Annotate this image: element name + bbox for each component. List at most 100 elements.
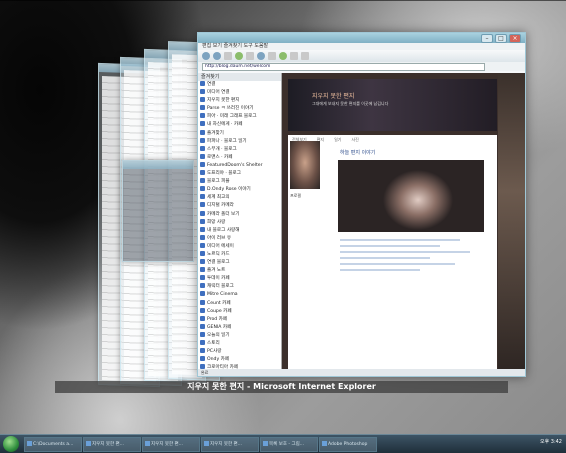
favorite-label: 즐겨찾기 — [207, 130, 224, 136]
stop-icon[interactable] — [224, 52, 232, 60]
favorite-label: 내 블로그 사랑해 — [207, 227, 240, 233]
favorite-item[interactable]: 연결 — [198, 81, 281, 89]
page-icon — [200, 323, 205, 329]
profile-photo[interactable] — [290, 141, 320, 189]
window-titlebar[interactable]: – □ × — [198, 33, 525, 43]
page-icon — [200, 145, 205, 151]
favorite-item[interactable]: FeaturedDoom's Shelter — [198, 161, 281, 170]
app-icon — [263, 441, 268, 446]
app-icon — [27, 441, 32, 446]
favorite-item[interactable]: PC사랑 — [198, 348, 281, 356]
maximize-button[interactable]: □ — [495, 34, 507, 43]
taskbar-button[interactable]: C:\Documents a... — [24, 437, 82, 452]
start-button[interactable] — [3, 436, 19, 452]
favorite-item[interactable]: 즐겨찾기 — [198, 129, 281, 138]
photoshop-window[interactable] — [122, 160, 194, 262]
favorite-item[interactable]: 희망 사랑 — [198, 218, 281, 227]
favorite-item[interactable]: 캐릭터 블로그 — [198, 283, 281, 291]
address-input[interactable]: http://blog.daum.net/welcom — [202, 62, 485, 71]
favorite-item[interactable]: 지우지 못한 편지 — [198, 97, 281, 105]
page-icon — [200, 129, 205, 135]
favorite-item[interactable]: 도프리야 · 블로그 — [198, 170, 281, 178]
refresh-icon[interactable] — [235, 52, 243, 60]
page-icon — [200, 178, 205, 184]
favorite-item[interactable]: Ceunt 카페 — [198, 299, 281, 308]
favorite-item[interactable]: 투데이 카페 — [198, 275, 281, 283]
favorite-label: Ceunt 카페 — [207, 300, 231, 306]
favorite-item[interactable]: D.Ondy Rose 이야기 — [198, 186, 281, 194]
page-icon — [200, 113, 205, 119]
app-icon — [86, 441, 91, 446]
favorite-item[interactable]: 파파나 · 블로그 일기 — [198, 137, 281, 146]
favorite-label: 내 자신에게 · 카페 — [207, 122, 243, 128]
favorite-item[interactable]: 카메라 폴더 보기 — [198, 210, 281, 219]
close-button[interactable]: × — [509, 34, 521, 43]
favorite-item[interactable]: 내 블로그 사랑해 — [198, 226, 281, 235]
page-icon — [200, 170, 205, 176]
favorite-item[interactable]: 세계 최고의 — [198, 194, 281, 202]
page-icon — [200, 194, 205, 200]
taskbar-button[interactable]: Adobe Photoshop — [319, 437, 377, 452]
favorite-label: 미디어 에세이 — [207, 243, 234, 249]
taskbar-button[interactable]: 지우지 못한 편... — [142, 437, 200, 452]
page-icon — [200, 89, 205, 95]
page-icon — [200, 234, 205, 240]
favorite-item[interactable]: 디지털 카메라 — [198, 202, 281, 210]
menu-bar[interactable]: 편집 보기 즐겨찾기 도구 도움말 — [198, 43, 525, 50]
favorite-label: 스무개 · 블로그 — [207, 146, 237, 152]
page-icon — [200, 283, 205, 289]
favorite-label: 연결 — [207, 82, 216, 87]
browser-window[interactable]: – □ × 편집 보기 즐겨찾기 도구 도움말 http://blog.daum… — [197, 32, 526, 377]
taskbar-button[interactable]: 지우지 못한 편... — [83, 437, 141, 452]
favorite-item[interactable]: 블로그 피플 — [198, 178, 281, 186]
minimize-button[interactable]: – — [481, 34, 493, 43]
blog-banner: 지우지 못한 편지 그대에게 보내지 못한 편지를 이곳에 남깁니다 — [288, 79, 497, 131]
clock[interactable]: 오후 3:42 — [540, 438, 562, 445]
favorite-item[interactable]: 스토리 — [198, 340, 281, 348]
favorite-item[interactable]: 로맨스 · 카페 — [198, 153, 281, 162]
favorite-label: 피아 · 미래 그래프 블로그 — [207, 114, 257, 120]
favorite-item[interactable]: 미디어 연결 — [198, 89, 281, 97]
taskbar-button[interactable]: 지우지 못한 편... — [201, 437, 259, 452]
forward-icon[interactable] — [213, 52, 221, 60]
category-link[interactable]: 일기 — [334, 137, 341, 142]
post-photo — [338, 160, 484, 232]
home-icon[interactable] — [246, 52, 254, 60]
taskbar-button[interactable]: 목록 보호 - 그림... — [260, 437, 318, 452]
print-icon[interactable] — [301, 52, 309, 60]
favorite-label: D.Ondy Rose 이야기 — [207, 187, 251, 193]
favorite-label: 노르딕 카드 — [207, 251, 230, 257]
category-link[interactable]: 사진 — [351, 137, 358, 142]
favorite-item[interactable]: 미디어 에세이 — [198, 242, 281, 251]
favorite-item[interactable]: 피아 · 미래 그래프 블로그 — [198, 113, 281, 121]
favorite-item[interactable]: 노르딕 카드 — [198, 250, 281, 259]
wallpaper-hair-strand — [0, 0, 566, 1]
app-icon — [204, 441, 209, 446]
favorite-item[interactable]: 오늘의 일기 — [198, 331, 281, 340]
favorite-item[interactable]: Parse ㅋ 쓰러진 이야기 — [198, 105, 281, 113]
favorite-item[interactable]: 스무개 · 블로그 — [198, 145, 281, 154]
favorite-label: 블로그 피플 — [207, 179, 230, 185]
page-icon — [200, 299, 205, 305]
blog-title[interactable]: 지우지 못한 편지 — [312, 91, 354, 100]
mail-icon[interactable] — [290, 52, 298, 60]
page-icon — [200, 97, 205, 103]
favorite-item[interactable]: 아이 러브 유 — [198, 234, 281, 243]
status-bar: 완료 — [198, 369, 525, 376]
taskbar-label: Adobe Photoshop — [328, 442, 368, 447]
favorite-item[interactable]: Ondy 카페 — [198, 356, 281, 364]
favorites-icon[interactable] — [268, 52, 276, 60]
favorite-item[interactable]: GENIA 카페 — [198, 323, 281, 332]
post-title[interactable]: 하늘 편지 이야기 — [340, 149, 375, 156]
favorite-item[interactable]: 연결 블로그 — [198, 259, 281, 267]
favorite-item[interactable]: Prod 카페 — [198, 315, 281, 324]
favorite-label: 스토리 — [207, 341, 220, 346]
search-icon[interactable] — [257, 52, 265, 60]
favorite-item[interactable]: 내 자신에게 · 카페 — [198, 121, 281, 129]
favorite-item[interactable]: Mitre Cinema — [198, 291, 281, 299]
back-icon[interactable] — [202, 52, 210, 60]
favorite-item[interactable]: Coupe 카페 — [198, 307, 281, 316]
page-icon — [200, 267, 205, 273]
history-icon[interactable] — [279, 52, 287, 60]
favorite-item[interactable]: 즐겨 노트 — [198, 267, 281, 275]
